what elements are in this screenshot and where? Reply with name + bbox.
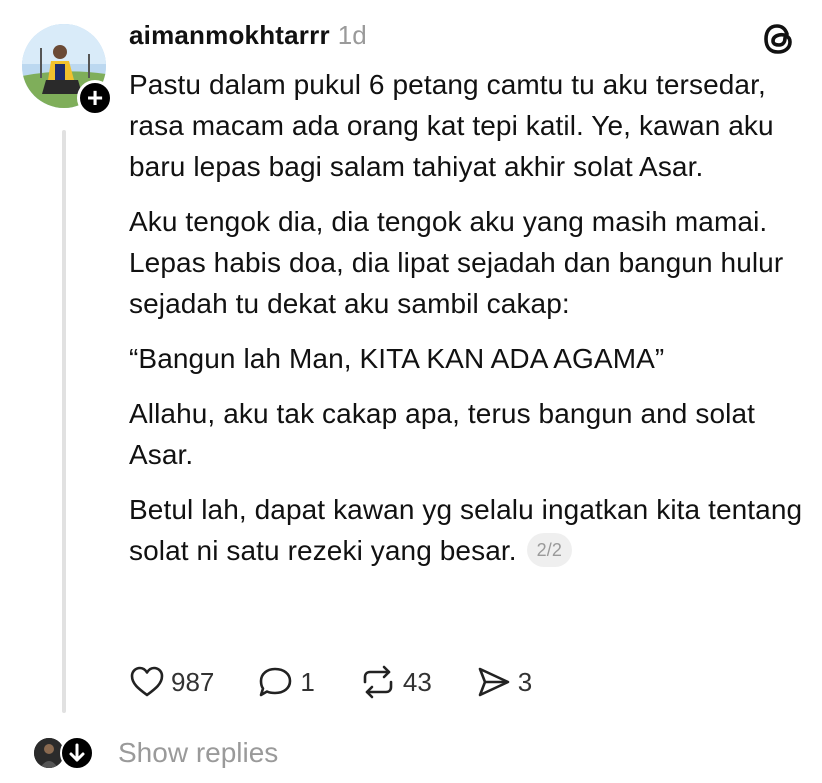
post-paragraph: “Bangun lah Man, KITA KAN ADA AGAMA” — [129, 343, 665, 374]
comment-count: 1 — [300, 666, 315, 697]
show-replies-link[interactable]: Show replies — [118, 737, 278, 769]
reply-avatars — [34, 736, 96, 770]
share-count: 3 — [517, 666, 533, 697]
username[interactable]: aimanmokhtarrr — [129, 20, 330, 51]
post-paragraph: Pastu dalam pukul 6 petang camtu tu aku … — [129, 69, 774, 182]
like-count: 987 — [171, 666, 215, 697]
thread-line — [62, 130, 66, 713]
repost-icon — [359, 665, 397, 699]
comment-button[interactable]: 1 — [258, 665, 315, 699]
share-button[interactable]: 3 — [476, 665, 532, 699]
arrow-down-icon — [60, 736, 94, 770]
repost-count: 43 — [402, 666, 432, 697]
threads-logo-icon[interactable] — [760, 20, 798, 58]
post-header: aimanmokhtarrr 1d — [129, 20, 367, 56]
like-button[interactable]: 987 — [129, 665, 214, 699]
page-indicator-badge: 2/2 — [526, 532, 572, 567]
show-replies-row[interactable]: Show replies — [34, 735, 278, 771]
repost-button[interactable]: 43 — [359, 665, 432, 699]
post-actions: 987 1 43 3 — [129, 664, 576, 700]
post-paragraph: Allahu, aku tak cakap apa, terus bangun … — [129, 398, 755, 470]
post-paragraph-text: Betul lah, dapat kawan yg selalu ingatka… — [129, 494, 803, 566]
follow-button[interactable]: + — [77, 80, 113, 116]
post-timestamp: 1d — [337, 20, 367, 50]
comment-bubble-icon — [258, 665, 294, 699]
post-body: Pastu dalam pukul 6 petang camtu tu aku … — [129, 64, 809, 585]
post-paragraph-last: Betul lah, dapat kawan yg selalu ingatka… — [129, 489, 809, 571]
post-paragraph: Aku tengok dia, dia tengok aku yang masi… — [129, 206, 784, 319]
send-icon — [476, 665, 512, 699]
heart-icon — [129, 665, 165, 699]
